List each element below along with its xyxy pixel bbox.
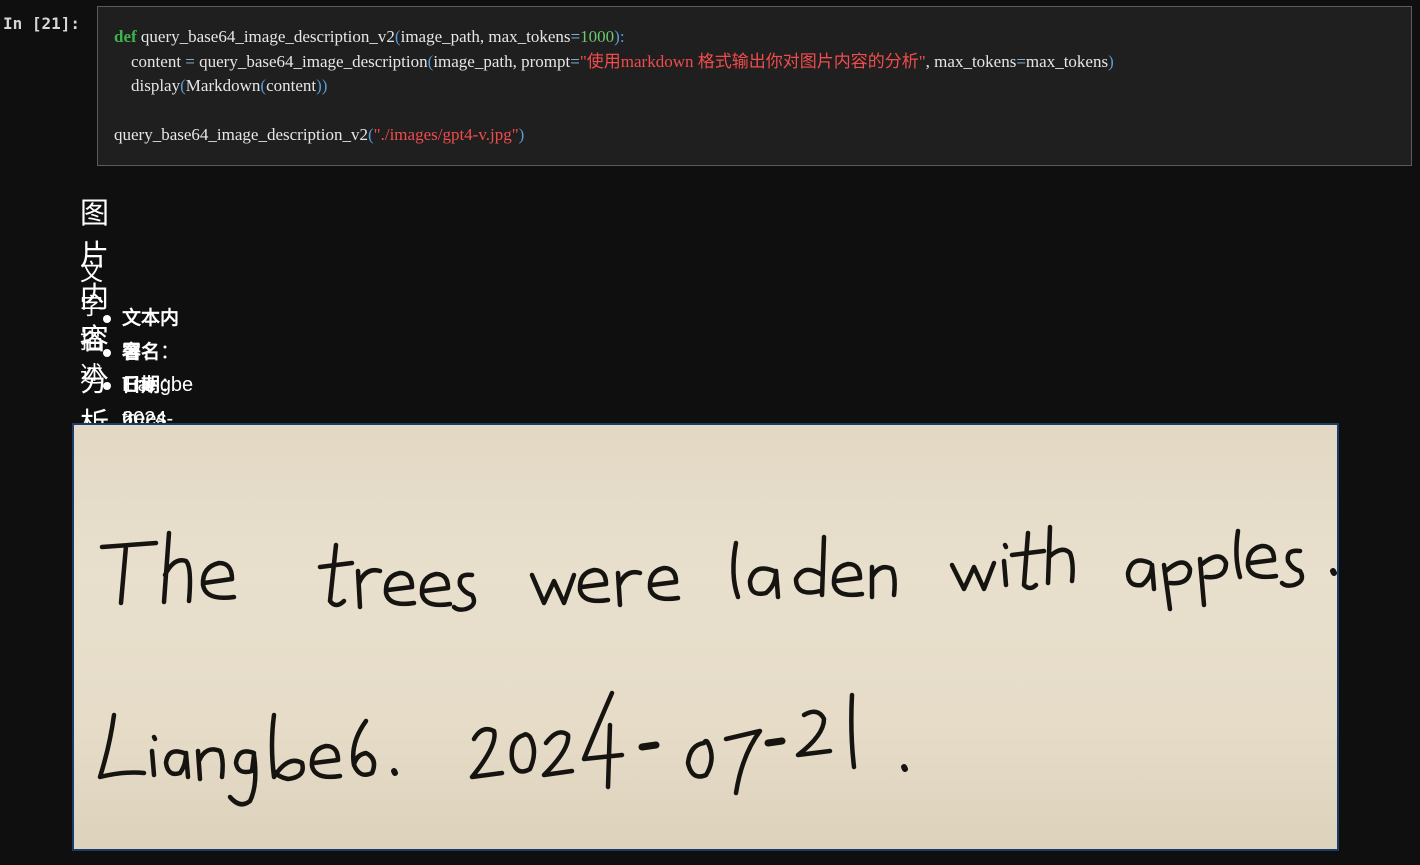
function-call: query_base64_image_description (199, 51, 428, 71)
item-separator: ： (160, 340, 181, 363)
handwriting-photo (72, 423, 1339, 851)
operator: = (181, 51, 200, 71)
string: "./images/gpt4-v.jpg" (373, 125, 519, 144)
argument: image_path, prompt (433, 51, 571, 71)
function-call: Markdown (185, 76, 261, 95)
item-separator: ： (160, 374, 181, 396)
output-bullet-list: 文本内容：The trees were laden with apples. 署… (80, 302, 193, 564)
keyword-def: def (114, 27, 137, 46)
code-editor[interactable]: def query_base64_image_description_v2(im… (114, 25, 1114, 148)
list-item: 日期：2024-07-21. (102, 369, 193, 463)
handwriting-drawing (97, 524, 1337, 807)
function-name: query_base64_image_description_v2 (136, 27, 395, 46)
code-line-5: query_base64_image_description_v2("./ima… (114, 125, 524, 144)
handwriting-word (1125, 528, 1337, 612)
operator: = (1016, 51, 1026, 71)
list-item: 署名：Liangbe 6. (102, 336, 193, 430)
handwriting-signature (97, 712, 398, 807)
handwriting-word (949, 524, 1075, 592)
list-item: 文本内容：The trees were laden with apples. (102, 302, 193, 564)
handwriting-word (99, 530, 237, 606)
argument: max_tokens (1025, 51, 1109, 71)
operator: = (570, 27, 581, 46)
variable: content (131, 51, 182, 71)
item-label: 日期 (122, 374, 161, 396)
paren: ) (1108, 51, 1114, 71)
cell-prompt: In [21]: (3, 14, 81, 33)
code-line-2: content = query_base64_image_description… (114, 52, 1114, 71)
handwriting-word (317, 542, 477, 612)
handwriting-word (731, 534, 897, 600)
function-call: display (131, 76, 181, 95)
params: image_path, max_tokens (400, 27, 571, 46)
string: "使用markdown 格式输出你对图片内容的分析" (579, 51, 926, 71)
code-cell[interactable]: def query_base64_image_description_v2(im… (97, 6, 1412, 166)
item-label: 署名 (122, 340, 161, 363)
paren: )) (316, 76, 328, 95)
handwriting-date (469, 690, 908, 796)
operator: = (570, 51, 580, 71)
paren: ): (614, 27, 625, 46)
argument: content (266, 76, 317, 95)
handwriting-word (529, 565, 681, 608)
number: 1000 (580, 27, 615, 46)
argument: , max_tokens (925, 51, 1017, 71)
paren: ) (518, 125, 525, 144)
code-line-1: def query_base64_image_description_v2(im… (114, 27, 625, 46)
code-line-3: display(Markdown(content)) (114, 76, 327, 95)
function-call: query_base64_image_description_v2 (114, 125, 368, 144)
